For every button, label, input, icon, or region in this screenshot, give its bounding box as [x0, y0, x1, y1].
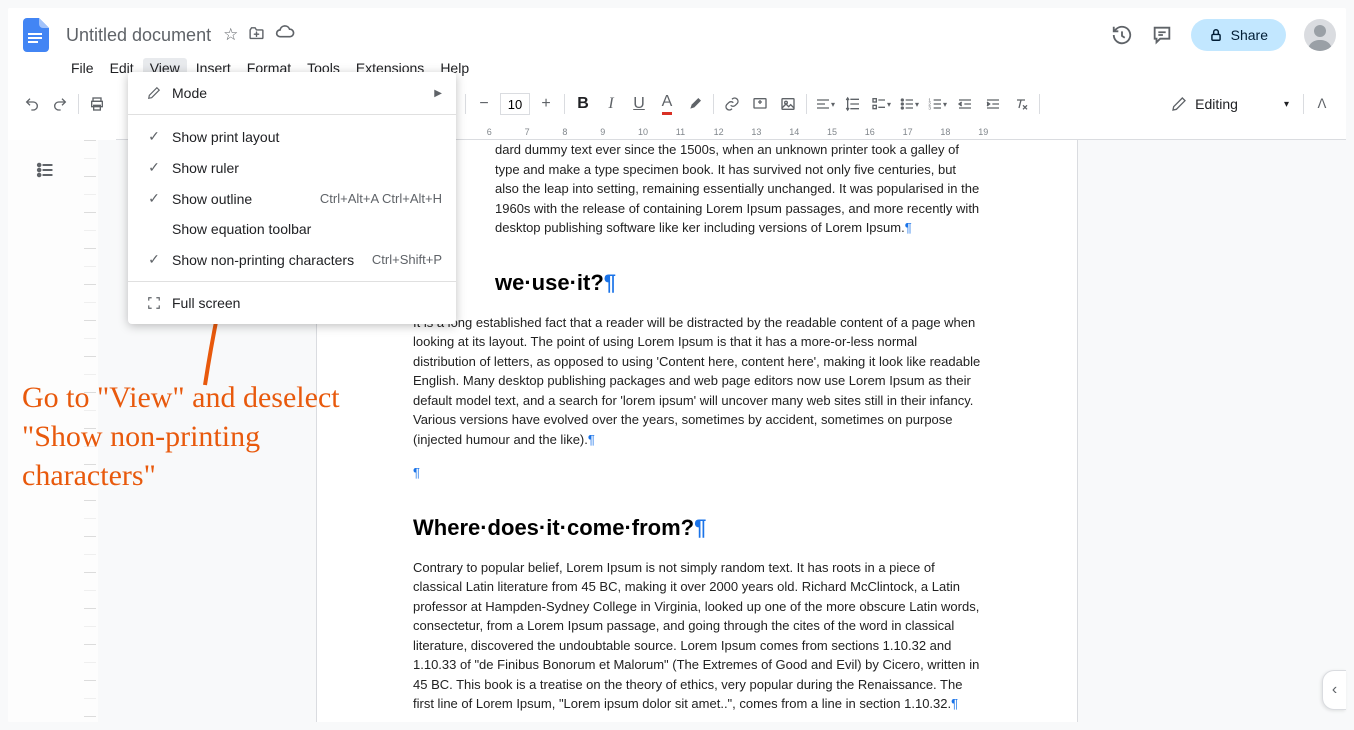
view-menu-dropdown: Mode▶ ✓ Show print layout ✓ Show ruler ✓ Show … — [128, 72, 456, 324]
check-icon: ✓ — [142, 251, 166, 268]
menu-shortcut: Ctrl+Alt+A Ctrl+Alt+H — [320, 191, 442, 206]
text-color-button[interactable]: A — [653, 90, 681, 118]
editing-mode-button[interactable]: Editing ▾ — [1161, 92, 1299, 116]
font-size-increase[interactable]: + — [532, 90, 560, 118]
clear-formatting-button[interactable] — [1007, 90, 1035, 118]
pencil-icon — [142, 86, 166, 100]
italic-button[interactable]: I — [597, 90, 625, 118]
print-button[interactable] — [83, 90, 111, 118]
menu-item-label: Show print layout — [172, 129, 442, 145]
submenu-arrow-icon: ▶ — [434, 88, 442, 99]
history-icon[interactable] — [1111, 24, 1133, 46]
font-size-decrease[interactable]: − — [470, 90, 498, 118]
line-spacing-button[interactable] — [839, 90, 867, 118]
check-icon: ✓ — [142, 159, 166, 176]
menu-item-label: Show equation toolbar — [172, 221, 442, 237]
side-panel-toggle[interactable]: ‹ — [1322, 670, 1346, 710]
undo-button[interactable] — [18, 90, 46, 118]
menu-item-show-equation-toolbar[interactable]: Show equation toolbar — [128, 214, 456, 244]
bullet-list-button[interactable]: ▾ — [895, 90, 923, 118]
menu-item-show-non-printing-characters[interactable]: ✓ Show non-printing charactersCtrl+Shift+… — [128, 244, 456, 275]
menu-item-label: Show non-printing characters — [172, 252, 372, 268]
check-icon: ✓ — [142, 190, 166, 207]
menu-item-full-screen[interactable]: Full screen — [128, 288, 456, 318]
move-icon[interactable] — [248, 25, 265, 45]
bold-button[interactable]: B — [569, 90, 597, 118]
menu-item-show-print-layout[interactable]: ✓ Show print layout — [128, 121, 456, 152]
docs-app-icon[interactable] — [18, 17, 54, 53]
menu-item-label: Show ruler — [172, 160, 442, 176]
menu-separator — [128, 281, 456, 282]
avatar[interactable] — [1304, 19, 1336, 51]
checklist-button[interactable]: ▾ — [867, 90, 895, 118]
editing-label: Editing — [1195, 96, 1238, 112]
align-button[interactable]: ▾ — [811, 90, 839, 118]
check-icon: ✓ — [142, 128, 166, 145]
document-title[interactable]: Untitled document — [62, 23, 215, 48]
share-label: Share — [1231, 27, 1268, 43]
menu-item-mode[interactable]: Mode▶ — [128, 78, 456, 108]
document-outline-button[interactable] — [27, 152, 63, 188]
menu-item-show-outline[interactable]: ✓ Show outlineCtrl+Alt+A Ctrl+Alt+H — [128, 183, 456, 214]
font-size-input[interactable] — [500, 93, 530, 115]
heading[interactable]: Where·does·it·come·from?¶ — [413, 511, 981, 544]
highlight-button[interactable] — [681, 90, 709, 118]
menu-item-show-ruler[interactable]: ✓ Show ruler — [128, 152, 456, 183]
menu-item-label: Mode — [172, 85, 434, 101]
menu-file[interactable]: File — [64, 58, 101, 78]
insert-comment-button[interactable] — [746, 90, 774, 118]
collapse-toolbar-button[interactable]: ᐱ — [1308, 90, 1336, 118]
comment-icon[interactable] — [1151, 24, 1173, 46]
empty-paragraph[interactable]: ¶ — [413, 463, 981, 483]
menu-item-label: Full screen — [172, 295, 442, 311]
heading[interactable]: we·use·it?¶ — [413, 266, 981, 299]
numbered-list-button[interactable]: 123 ▾ — [923, 90, 951, 118]
insert-link-button[interactable] — [718, 90, 746, 118]
paragraph[interactable]: dard dummy text ever since the 1500s, wh… — [413, 140, 981, 238]
menu-separator — [128, 114, 456, 115]
insert-image-button[interactable] — [774, 90, 802, 118]
decrease-indent-button[interactable] — [951, 90, 979, 118]
cloud-status-icon[interactable] — [275, 25, 295, 45]
underline-button[interactable]: U — [625, 90, 653, 118]
share-button[interactable]: Share — [1191, 19, 1286, 51]
fullscreen-icon — [142, 296, 166, 310]
chevron-down-icon: ▾ — [1284, 99, 1289, 110]
svg-text:3: 3 — [928, 105, 931, 110]
paragraph[interactable]: Contrary to popular belief, Lorem Ipsum … — [413, 558, 981, 714]
vertical-ruler — [82, 140, 98, 722]
lock-icon — [1209, 28, 1223, 42]
menu-shortcut: Ctrl+Shift+P — [372, 252, 442, 267]
menu-item-label: Show outline — [172, 191, 320, 207]
paragraph[interactable]: It is a long established fact that a rea… — [413, 313, 981, 450]
redo-button[interactable] — [46, 90, 74, 118]
increase-indent-button[interactable] — [979, 90, 1007, 118]
star-icon[interactable]: ☆ — [223, 25, 238, 45]
